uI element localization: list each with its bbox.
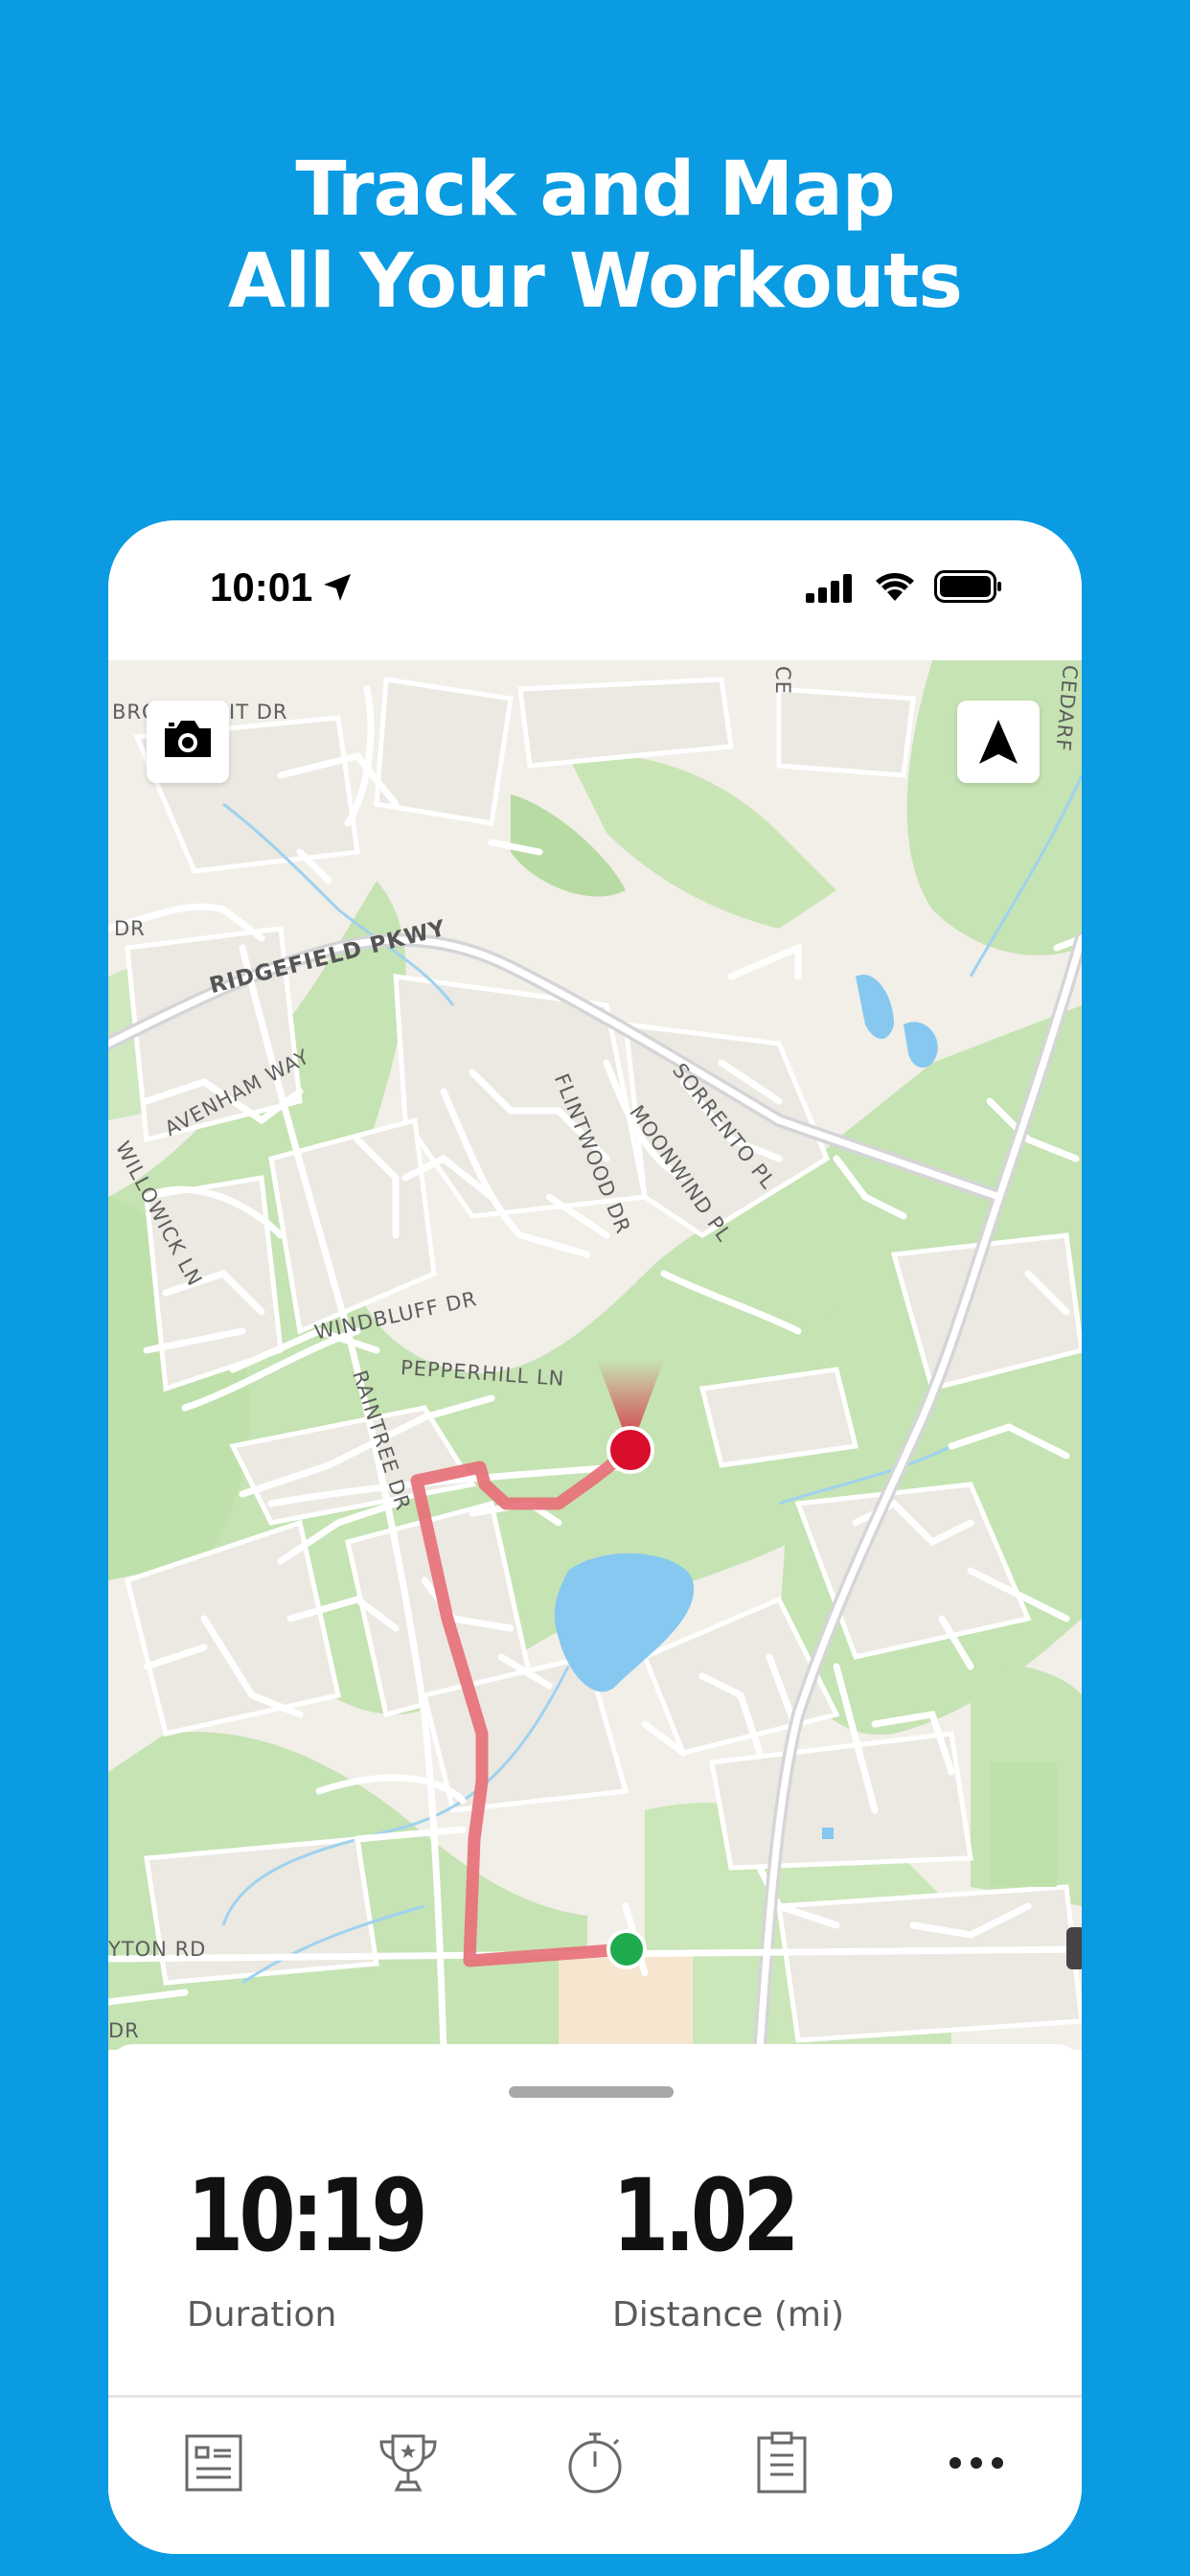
status-time: 10:01 <box>210 564 313 610</box>
duration-value: 10:19 <box>187 2157 428 2274</box>
current-location-marker <box>606 1426 654 1474</box>
distance-label: Distance (mi) <box>612 2295 845 2334</box>
wifi-icon <box>876 573 914 601</box>
street-label-it-dr: IT DR <box>229 701 288 724</box>
map-canvas <box>108 660 1082 2050</box>
more-icon <box>950 2457 1003 2469</box>
camera-button[interactable] <box>147 701 229 783</box>
street-label-dr-west: DR <box>114 917 146 940</box>
trophy-icon <box>379 2434 437 2492</box>
battery-icon <box>934 570 1001 603</box>
street-label-dr-south: DR <box>108 2019 140 2042</box>
stopwatch-icon <box>568 2432 622 2494</box>
tab-more[interactable] <box>938 2425 1015 2501</box>
tab-feed[interactable] <box>175 2425 252 2501</box>
sheet-drag-handle[interactable] <box>509 2086 674 2098</box>
status-bar: 10:01 <box>108 520 1082 660</box>
street-label-yton-rd: YTON RD <box>108 1938 207 1961</box>
tab-plans[interactable] <box>744 2425 820 2501</box>
distance-value: 1.02 <box>612 2157 800 2274</box>
recenter-button[interactable] <box>957 701 1040 783</box>
start-marker <box>606 1929 647 1969</box>
clipboard-icon <box>757 2431 807 2494</box>
headline-line-1: Track and Map <box>295 147 895 233</box>
duration-label: Duration <box>187 2295 337 2334</box>
camera-icon <box>165 721 211 757</box>
cellular-signal-icon <box>806 574 852 603</box>
tab-bar <box>108 2395 1082 2554</box>
route-map[interactable]: BRO IT DR RIDGEFIELD PKWY AVENHAM WAY WI… <box>108 660 1082 2050</box>
location-arrow-icon <box>324 574 351 601</box>
headline: Track and Map All Your Workouts <box>0 144 1190 328</box>
tab-challenges[interactable] <box>370 2425 446 2501</box>
street-label-ce: CE <box>771 666 794 695</box>
feed-icon <box>185 2434 242 2492</box>
tab-record[interactable] <box>557 2425 633 2501</box>
phone-frame: 10:01 BRO IT DR RIDGEFIELD PKWY AVENHAM … <box>108 520 1082 2554</box>
headline-line-2: All Your Workouts <box>228 239 963 325</box>
navigation-arrow-icon <box>979 720 1018 764</box>
